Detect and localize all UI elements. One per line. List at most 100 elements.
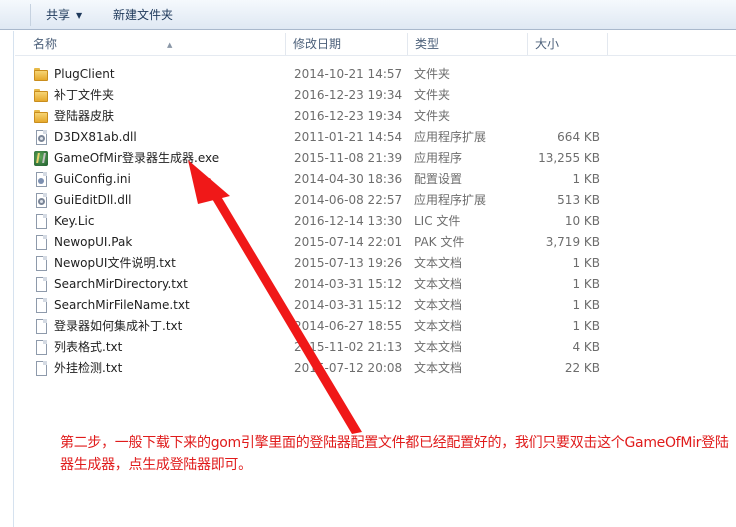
file-name: GuiConfig.ini: [54, 172, 131, 186]
file-type: 应用程序: [414, 151, 463, 165]
file-row[interactable]: GuiConfig.ini 2014-04-30 18:36 配置设置 1 KB: [15, 169, 736, 190]
file-icon: [33, 214, 49, 229]
file-name: 外挂检测.txt: [54, 361, 123, 375]
column-size-label: 大小: [535, 37, 560, 51]
column-header: 名称 ▲ 修改日期 类型 大小: [15, 31, 736, 56]
file-row[interactable]: GameOfMir登录器生成器.exe 2015-11-08 21:39 应用程…: [15, 148, 736, 169]
file-type: PAK 文件: [414, 235, 465, 249]
file-size: 1 KB: [572, 298, 600, 312]
file-name: SearchMirFileName.txt: [54, 298, 190, 312]
file-size: 13,255 KB: [538, 151, 600, 165]
file-name: D3DX81ab.dll: [54, 130, 137, 144]
folder-icon: [33, 109, 49, 124]
file-row[interactable]: 登录器如何集成补丁.txt 2014-06-27 18:55 文本文档 1 KB: [15, 316, 736, 337]
file-type: 文本文档: [414, 298, 463, 312]
file-row[interactable]: SearchMirFileName.txt 2014-03-31 15:12 文…: [15, 295, 736, 316]
file-type: 文本文档: [414, 340, 463, 354]
file-row[interactable]: 列表格式.txt 2015-11-02 21:13 文本文档 4 KB: [15, 337, 736, 358]
file-date: 2015-11-08 21:39: [294, 151, 403, 165]
file-name: GuiEditDll.dll: [54, 193, 132, 207]
file-name: Key.Lic: [54, 214, 95, 228]
column-divider[interactable]: [527, 33, 528, 55]
file-row[interactable]: 外挂检测.txt 2015-07-12 20:08 文本文档 22 KB: [15, 358, 736, 379]
txt-icon: [33, 298, 49, 313]
file-date: 2011-01-21 14:54: [294, 130, 403, 144]
column-date[interactable]: 修改日期: [289, 31, 405, 56]
column-name[interactable]: 名称 ▲: [29, 31, 285, 56]
txt-icon: [33, 256, 49, 271]
dll-icon: [33, 130, 49, 145]
file-name: 登陆器皮肤: [54, 109, 115, 123]
file-list: PlugClient 2014-10-21 14:57 文件夹 补丁文件夹 20…: [15, 64, 736, 379]
ini-icon: [33, 172, 49, 187]
command-bar: 共享 ▼ 新建文件夹: [0, 0, 736, 30]
file-row[interactable]: GuiEditDll.dll 2014-06-08 22:57 应用程序扩展 5…: [15, 190, 736, 211]
file-name: PlugClient: [54, 67, 115, 81]
file-date: 2014-03-31 15:12: [294, 298, 403, 312]
file-row[interactable]: 补丁文件夹 2016-12-23 19:34 文件夹: [15, 85, 736, 106]
file-type: 文件夹: [414, 88, 451, 102]
column-name-label: 名称: [33, 37, 58, 51]
sort-ascending-icon: ▲: [167, 41, 173, 49]
folder-icon: [33, 88, 49, 103]
file-size: 1 KB: [572, 256, 600, 270]
column-size[interactable]: 大小: [531, 31, 607, 56]
file-name: GameOfMir登录器生成器.exe: [54, 151, 220, 165]
file-size: 664 KB: [557, 130, 600, 144]
txt-icon: [33, 319, 49, 334]
file-size: 4 KB: [572, 340, 600, 354]
column-divider[interactable]: [607, 33, 608, 55]
file-name: SearchMirDirectory.txt: [54, 277, 188, 291]
file-date: 2015-11-02 21:13: [294, 340, 403, 354]
column-divider[interactable]: [285, 33, 286, 55]
file-size: 1 KB: [572, 172, 600, 186]
file-type: 应用程序扩展: [414, 193, 487, 207]
file-name: 补丁文件夹: [54, 88, 115, 102]
file-name: NewopUI.Pak: [54, 235, 133, 249]
new-folder-label: 新建文件夹: [113, 8, 174, 22]
txt-icon: [33, 277, 49, 292]
file-date: 2014-06-27 18:55: [294, 319, 403, 333]
file-row[interactable]: 登陆器皮肤 2016-12-23 19:34 文件夹: [15, 106, 736, 127]
file-type: 文件夹: [414, 109, 451, 123]
file-type: 文本文档: [414, 319, 463, 333]
navigation-pane[interactable]: [0, 31, 14, 527]
file-name: 登录器如何集成补丁.txt: [54, 319, 183, 333]
file-icon: [33, 235, 49, 250]
file-date: 2014-06-08 22:57: [294, 193, 403, 207]
file-row[interactable]: SearchMirDirectory.txt 2014-03-31 15:12 …: [15, 274, 736, 295]
file-type: 文本文档: [414, 256, 463, 270]
file-name: 列表格式.txt: [54, 340, 123, 354]
file-date: 2016-12-23 19:34: [294, 109, 403, 123]
file-type: LIC 文件: [414, 214, 461, 228]
file-date: 2015-07-13 19:26: [294, 256, 403, 270]
file-row[interactable]: Key.Lic 2016-12-14 13:30 LIC 文件 10 KB: [15, 211, 736, 232]
file-type: 文件夹: [414, 67, 451, 81]
file-size: 10 KB: [564, 214, 600, 228]
file-row[interactable]: NewopUI文件说明.txt 2015-07-13 19:26 文本文档 1 …: [15, 253, 736, 274]
file-size: 22 KB: [564, 361, 600, 375]
file-type: 配置设置: [414, 172, 463, 186]
folder-icon: [33, 67, 49, 82]
column-type-label: 类型: [415, 37, 440, 51]
chevron-down-icon: ▼: [76, 11, 83, 20]
file-row[interactable]: NewopUI.Pak 2015-07-14 22:01 PAK 文件 3,71…: [15, 232, 736, 253]
file-row[interactable]: D3DX81ab.dll 2011-01-21 14:54 应用程序扩展 664…: [15, 127, 736, 148]
file-date: 2014-10-21 14:57: [294, 67, 403, 81]
column-type[interactable]: 类型: [411, 31, 525, 56]
annotation-text: 第二步，一般下载下来的gom引擎里面的登陆器配置文件都已经配置好的，我们只要双击…: [60, 435, 729, 473]
file-size: 1 KB: [572, 277, 600, 291]
share-label: 共享: [46, 8, 71, 22]
file-name: NewopUI文件说明.txt: [54, 256, 176, 270]
new-folder-button[interactable]: 新建文件夹: [113, 7, 173, 23]
dll-icon: [33, 193, 49, 208]
file-type: 文本文档: [414, 361, 463, 375]
file-date: 2014-04-30 18:36: [294, 172, 403, 186]
file-row[interactable]: PlugClient 2014-10-21 14:57 文件夹: [15, 64, 736, 85]
file-date: 2015-07-14 22:01: [294, 235, 403, 249]
share-menu-button[interactable]: 共享 ▼: [46, 7, 82, 23]
file-type: 文本文档: [414, 277, 463, 291]
file-size: 513 KB: [557, 193, 600, 207]
column-divider[interactable]: [407, 33, 408, 55]
toolbar-separator: [30, 4, 31, 26]
